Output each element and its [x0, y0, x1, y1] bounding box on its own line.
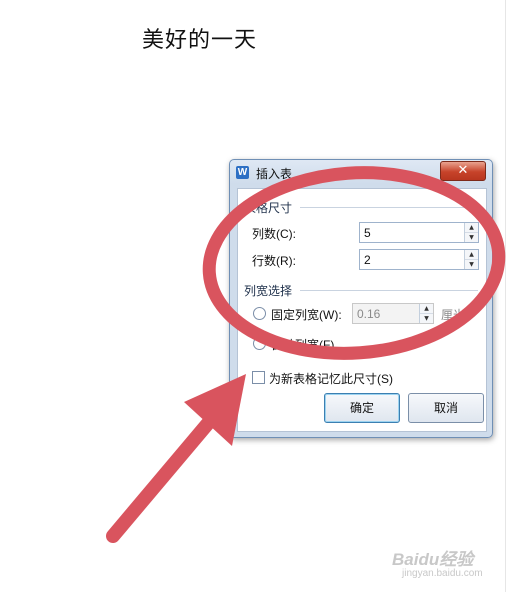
watermark-logo: Baidu经验 — [392, 550, 474, 569]
fixed-width-input[interactable] — [353, 304, 417, 323]
cancel-button[interactable]: 取消 — [408, 393, 484, 423]
insert-table-dialog: W 插入表 ✕ 表格尺寸 列数(C): ▲ ▼ 行数(R): ▲ ▼ 列宽选择 — [229, 159, 493, 438]
columns-spin-arrows[interactable]: ▲ ▼ — [464, 223, 478, 242]
fixed-width-spin-arrows[interactable]: ▲ ▼ — [419, 304, 433, 323]
rows-input[interactable] — [360, 250, 460, 269]
dialog-body: 表格尺寸 列数(C): ▲ ▼ 行数(R): ▲ ▼ 列宽选择 固定列宽(W): — [237, 188, 487, 432]
spin-down-icon[interactable]: ▼ — [465, 232, 478, 242]
wps-writer-icon: W — [236, 166, 249, 179]
page-edge-divider — [505, 0, 506, 592]
fixed-width-radio[interactable] — [253, 307, 266, 320]
table-size-divider — [300, 207, 478, 208]
watermark-url: jingyan.baidu.com — [402, 568, 483, 579]
rows-spin-arrows[interactable]: ▲ ▼ — [464, 250, 478, 269]
close-icon: ✕ — [457, 163, 469, 178]
close-button[interactable]: ✕ — [440, 161, 486, 181]
dialog-title: 插入表 — [256, 167, 293, 181]
spin-up-icon[interactable]: ▲ — [465, 250, 478, 259]
rows-label: 行数(R): — [252, 254, 296, 268]
dialog-titlebar[interactable]: W 插入表 ✕ — [230, 160, 492, 184]
spin-up-icon[interactable]: ▲ — [420, 304, 433, 313]
pointer-arrow-shaft — [106, 408, 222, 543]
rows-stepper[interactable]: ▲ ▼ — [359, 249, 479, 270]
fixed-width-label: 固定列宽(W): — [271, 308, 342, 322]
spin-down-icon[interactable]: ▼ — [465, 259, 478, 269]
column-width-divider — [300, 290, 478, 291]
table-size-group-label: 表格尺寸 — [244, 201, 293, 215]
columns-input[interactable] — [360, 223, 460, 242]
column-width-group-label: 列宽选择 — [244, 284, 293, 298]
remember-size-checkbox[interactable] — [252, 371, 265, 384]
spin-down-icon[interactable]: ▼ — [420, 313, 433, 323]
remember-size-label: 为新表格记忆此尺寸(S) — [269, 372, 393, 386]
columns-stepper[interactable]: ▲ ▼ — [359, 222, 479, 243]
fixed-width-stepper[interactable]: ▲ ▼ — [352, 303, 434, 324]
auto-width-radio[interactable] — [253, 337, 266, 350]
ok-button[interactable]: 确定 — [324, 393, 400, 423]
auto-width-label: 自动列宽(F) — [271, 338, 335, 352]
spin-up-icon[interactable]: ▲ — [465, 223, 478, 232]
width-unit-label: 厘米 — [441, 308, 466, 322]
columns-label: 列数(C): — [252, 227, 296, 241]
document-title: 美好的一天 — [142, 28, 258, 53]
